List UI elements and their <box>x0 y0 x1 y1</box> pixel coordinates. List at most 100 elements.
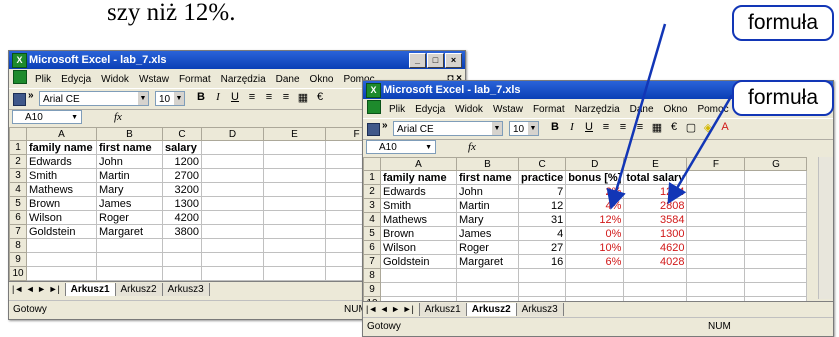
chevron-down-icon[interactable]: ▼ <box>71 111 78 125</box>
font-size-select[interactable]: 10 ▼ <box>509 121 539 136</box>
chevron-down-icon[interactable]: ▼ <box>174 92 184 105</box>
cell[interactable] <box>201 266 264 281</box>
cell[interactable] <box>517 268 567 283</box>
underline-button[interactable]: U <box>582 121 596 134</box>
cell[interactable]: 4% <box>565 198 625 213</box>
cell[interactable]: family name <box>26 140 97 155</box>
column-header-c[interactable]: C <box>517 157 567 171</box>
align-center-icon[interactable]: ≡ <box>262 91 276 104</box>
menu-wstaw[interactable]: Wstaw <box>134 71 174 88</box>
row-header[interactable]: 7 <box>363 254 381 269</box>
row-header[interactable]: 9 <box>9 252 27 267</box>
menu-plik[interactable]: Plik <box>30 71 56 88</box>
merge-cells-icon[interactable]: ▦ <box>296 91 310 104</box>
sheet-grid[interactable]: ABCDEFG 1 family name first name practice bo… <box>363 157 808 311</box>
cell[interactable]: Wilson <box>380 240 457 255</box>
cell[interactable]: Martin <box>96 168 163 183</box>
row-header[interactable]: 10 <box>9 266 27 281</box>
fill-color-icon[interactable]: ◈ <box>701 121 715 134</box>
cell[interactable] <box>263 196 326 211</box>
name-box[interactable]: A10 ▼ <box>12 110 82 124</box>
fx-icon[interactable]: fx <box>468 139 476 156</box>
tab-arkusz2[interactable]: Arkusz2 <box>465 303 517 316</box>
cell[interactable]: 0% <box>565 226 625 241</box>
borders-icon[interactable]: ▢ <box>684 121 698 134</box>
cell[interactable] <box>162 266 202 281</box>
cell[interactable]: 1224 <box>623 184 688 199</box>
menu-widok[interactable]: Widok <box>96 71 134 88</box>
row-header[interactable]: 4 <box>363 212 381 227</box>
menu-dane[interactable]: Dane <box>625 101 659 118</box>
menu-edycja[interactable]: Edycja <box>56 71 96 88</box>
cell[interactable]: James <box>96 196 163 211</box>
cell[interactable]: 27 <box>517 240 567 255</box>
cell[interactable] <box>686 184 746 199</box>
align-right-icon[interactable]: ≡ <box>279 91 293 104</box>
cell[interactable] <box>686 198 746 213</box>
column-header-a[interactable]: A <box>26 127 97 141</box>
row-header[interactable]: 5 <box>9 196 27 211</box>
menu-narzedzia[interactable]: Narzędzia <box>216 71 271 88</box>
cell[interactable]: 12 <box>517 198 567 213</box>
cell[interactable] <box>201 210 264 225</box>
menu-okno[interactable]: Okno <box>659 101 693 118</box>
cell[interactable] <box>456 282 519 297</box>
save-icon[interactable] <box>367 123 380 136</box>
cell[interactable]: Goldstein <box>380 254 457 269</box>
cell[interactable] <box>744 240 808 255</box>
cell[interactable] <box>263 140 326 155</box>
cell[interactable] <box>263 266 326 281</box>
column-header-d[interactable]: D <box>565 157 625 171</box>
column-header-b[interactable]: B <box>96 127 163 141</box>
menu-format[interactable]: Format <box>174 71 216 88</box>
cell[interactable] <box>686 268 746 283</box>
chevron-down-icon[interactable]: ▼ <box>425 141 432 155</box>
cell[interactable]: Edwards <box>380 184 457 199</box>
document-icon[interactable] <box>367 100 381 114</box>
cell[interactable] <box>744 184 808 199</box>
vertical-scrollbar[interactable] <box>818 157 833 299</box>
menu-wstaw[interactable]: Wstaw <box>488 101 528 118</box>
underline-button[interactable]: U <box>228 91 242 104</box>
cell[interactable] <box>26 266 97 281</box>
cell[interactable]: Mathews <box>26 182 97 197</box>
align-left-icon[interactable]: ≡ <box>245 91 259 104</box>
column-header-a[interactable]: A <box>380 157 457 171</box>
font-size-select[interactable]: 10 ▼ <box>155 91 185 106</box>
cell[interactable] <box>686 240 746 255</box>
row-header[interactable]: 4 <box>9 182 27 197</box>
cell[interactable]: John <box>96 154 163 169</box>
toolbar-overflow-icon[interactable]: » <box>28 90 34 101</box>
menu-format[interactable]: Format <box>528 101 570 118</box>
menu-pomoc[interactable]: Pomoc <box>692 101 733 118</box>
cell[interactable] <box>263 252 326 267</box>
cell[interactable] <box>744 212 808 227</box>
menu-widok[interactable]: Widok <box>450 101 488 118</box>
cell[interactable] <box>686 254 746 269</box>
cell[interactable]: Smith <box>26 168 97 183</box>
column-header-g[interactable]: G <box>744 157 808 171</box>
merge-cells-icon[interactable]: ▦ <box>650 121 664 134</box>
cell[interactable]: Edwards <box>26 154 97 169</box>
row-header[interactable]: 1 <box>363 170 381 185</box>
cell[interactable]: salary <box>162 140 202 155</box>
row-header[interactable]: 2 <box>363 184 381 199</box>
cell[interactable] <box>517 282 567 297</box>
cell[interactable] <box>201 252 264 267</box>
cell[interactable] <box>686 170 746 185</box>
cell[interactable]: 4620 <box>623 240 688 255</box>
cell[interactable] <box>26 238 97 253</box>
cell[interactable] <box>744 282 808 297</box>
cell[interactable]: 3200 <box>162 182 202 197</box>
column-header-d[interactable]: D <box>201 127 264 141</box>
row-header[interactable]: 3 <box>363 198 381 213</box>
cell[interactable] <box>201 238 264 253</box>
cell[interactable] <box>565 282 625 297</box>
menu-dane[interactable]: Dane <box>271 71 305 88</box>
cell[interactable] <box>263 154 326 169</box>
cell[interactable]: Brown <box>380 226 457 241</box>
cell[interactable] <box>744 254 808 269</box>
cell[interactable] <box>623 268 688 283</box>
save-icon[interactable] <box>13 93 26 106</box>
cell[interactable]: Mathews <box>380 212 457 227</box>
